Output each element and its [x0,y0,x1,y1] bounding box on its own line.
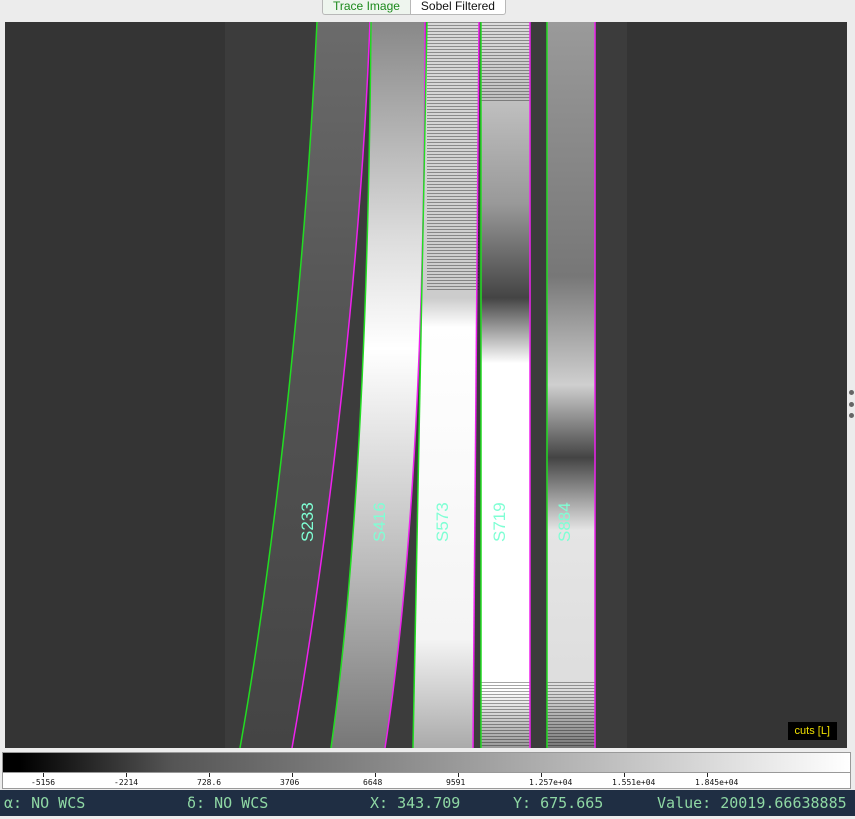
slit-s884-noise-bottom [547,682,595,748]
slit-s719-noise-bottom [481,682,530,748]
colorbar-ticks: -5156 -2214 728.6 3706 6648 9591 1.257e+… [2,773,851,789]
trace-image-canvas: S233 S416 S573 S719 S884 [225,22,627,748]
image-viewer[interactable]: S233 S416 S573 S719 S884 cuts [L] [5,22,847,748]
slit-label-s884: S884 [555,502,574,542]
panel-resize-handle[interactable] [849,390,855,418]
slit-s884 [547,22,595,748]
status-alpha: α: NO WCS [4,794,86,812]
slit-label-s416: S416 [370,502,389,542]
slit-label-s233: S233 [298,502,317,542]
cuts-indicator[interactable]: cuts [L] [787,722,837,740]
slit-label-s719: S719 [490,502,509,542]
status-value: Value: 20019.66638885 [657,794,847,812]
slit-s573-noise [427,22,479,292]
colorbar[interactable] [2,752,851,773]
slit-label-s573: S573 [433,502,452,542]
slit-s719-noise-top [481,22,530,102]
status-delta: δ: NO WCS [187,794,269,812]
tab-bar: Trace Image Sobel Filtered [322,0,506,15]
status-bar: α: NO WCS δ: NO WCS X: 343.709 Y: 675.66… [0,790,855,816]
tab-sobel-filtered[interactable]: Sobel Filtered [410,0,506,15]
status-x: X: 343.709 [370,794,461,812]
slit-s719 [481,22,530,748]
tab-trace-image[interactable]: Trace Image [322,0,411,15]
status-y: Y: 675.665 [513,794,604,812]
